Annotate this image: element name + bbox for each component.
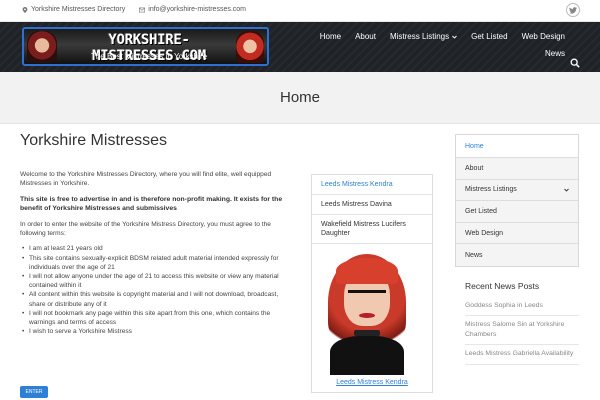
main-nav: Home About Mistress Listings Get Listed … xyxy=(300,30,572,60)
term-item: All content within this website is copyr… xyxy=(20,290,290,308)
location-icon xyxy=(22,6,28,13)
contact-info: Yorkshire Mistresses Directory info@york… xyxy=(22,6,246,13)
top-bar: Yorkshire Mistresses Directory info@york… xyxy=(0,0,600,22)
chevron-down-icon xyxy=(452,35,457,39)
nav-news[interactable]: News xyxy=(538,47,572,60)
intro-text: Welcome to the Yorkshire Mistresses Dire… xyxy=(20,171,272,188)
nav-web-design[interactable]: Web Design xyxy=(515,30,572,43)
listing-item[interactable]: Leeds Mistress Davina xyxy=(312,195,432,215)
photo-body xyxy=(330,336,404,375)
nav-about[interactable]: About xyxy=(348,30,383,43)
terms-list: I am at least 21 years old This site con… xyxy=(20,244,290,336)
term-item: I wish to serve a Yorkshire Mistress xyxy=(20,327,290,336)
twitter-icon xyxy=(569,6,577,14)
page-title-band: Home xyxy=(0,72,600,124)
logo-portrait-right xyxy=(236,31,264,63)
nav-mistress-listings-label: Mistress Listings xyxy=(389,32,450,41)
enter-button[interactable]: ENTER xyxy=(20,386,48,398)
recent-post-link[interactable]: Leeds Mistress Gabriella Availability xyxy=(465,345,579,365)
nav-home[interactable]: Home xyxy=(313,30,348,43)
sidebar-item-mistress-listings[interactable]: Mistress Listings xyxy=(456,180,578,202)
mail-icon xyxy=(139,7,146,12)
term-item: I am at least 21 years old xyxy=(20,244,290,253)
site-name-item: Yorkshire Mistresses Directory xyxy=(22,6,125,13)
page-title: Home xyxy=(279,89,320,106)
sidebar-item-web-design[interactable]: Web Design xyxy=(456,223,578,245)
email-link[interactable]: info@yorkshire-mistresses.com xyxy=(148,6,246,13)
term-item: I will not allow anyone under the age of… xyxy=(20,272,290,290)
nav-get-listed[interactable]: Get Listed xyxy=(464,30,514,43)
search-icon[interactable] xyxy=(570,58,580,68)
photo-caption-link[interactable]: Leeds Mistress Kendra xyxy=(312,375,432,392)
logo-portrait-left xyxy=(27,31,57,63)
main-content: Yorkshire Mistresses Welcome to the York… xyxy=(20,132,290,398)
sidebar-menu: Home About Mistress Listings Get Listed … xyxy=(455,134,579,267)
main-area: Yorkshire Mistresses Welcome to the York… xyxy=(0,124,600,400)
sidebar: Home About Mistress Listings Get Listed … xyxy=(455,134,579,365)
listing-box: Leeds Mistress Kendra Leeds Mistress Dav… xyxy=(311,174,433,393)
photo-lips xyxy=(359,313,375,318)
logo-tagline: The Best Mistresses in Yorkshire xyxy=(90,52,208,61)
content-heading: Yorkshire Mistresses xyxy=(20,132,168,149)
term-item: This site contains sexually-explicit BDS… xyxy=(20,254,290,272)
recent-post-link[interactable]: Mistress Salome Sin at Yorkshire Chamber… xyxy=(465,316,579,346)
recent-posts-title: Recent News Posts xyxy=(465,280,540,291)
recent-posts-list: Goddess Sophia in Leeds Mistress Salome … xyxy=(455,297,579,365)
listing-photo[interactable] xyxy=(312,244,432,375)
agree-text: In order to enter the website of the Yor… xyxy=(20,220,271,238)
site-header: YORKSHIRE-MISTRESSES.COM The Best Mistre… xyxy=(0,22,600,72)
sidebar-item-get-listed[interactable]: Get Listed xyxy=(456,201,578,223)
sidebar-item-news[interactable]: News xyxy=(456,244,578,266)
sidebar-item-label: Mistress Listings xyxy=(465,186,517,194)
sidebar-item-about[interactable]: About xyxy=(456,158,578,180)
site-name-text: Yorkshire Mistresses Directory xyxy=(31,6,126,13)
nav-mistress-listings[interactable]: Mistress Listings xyxy=(383,30,464,43)
photo-glasses xyxy=(348,290,386,298)
chevron-down-icon xyxy=(564,188,569,192)
listing-item[interactable]: Leeds Mistress Kendra xyxy=(312,175,432,195)
notice-text: This site is free to advertise in and is… xyxy=(20,195,283,213)
photo-bangs xyxy=(336,258,398,284)
email-item[interactable]: info@yorkshire-mistresses.com xyxy=(139,6,246,13)
listing-item[interactable]: Wakefield Mistress Lucifers Daughter xyxy=(312,215,432,244)
recent-post-link[interactable]: Goddess Sophia in Leeds xyxy=(465,297,579,317)
term-item: I will not bookmark any page within this… xyxy=(20,309,290,327)
twitter-link[interactable] xyxy=(566,3,580,17)
site-logo[interactable]: YORKSHIRE-MISTRESSES.COM The Best Mistre… xyxy=(22,27,269,66)
sidebar-item-home[interactable]: Home xyxy=(456,135,578,158)
